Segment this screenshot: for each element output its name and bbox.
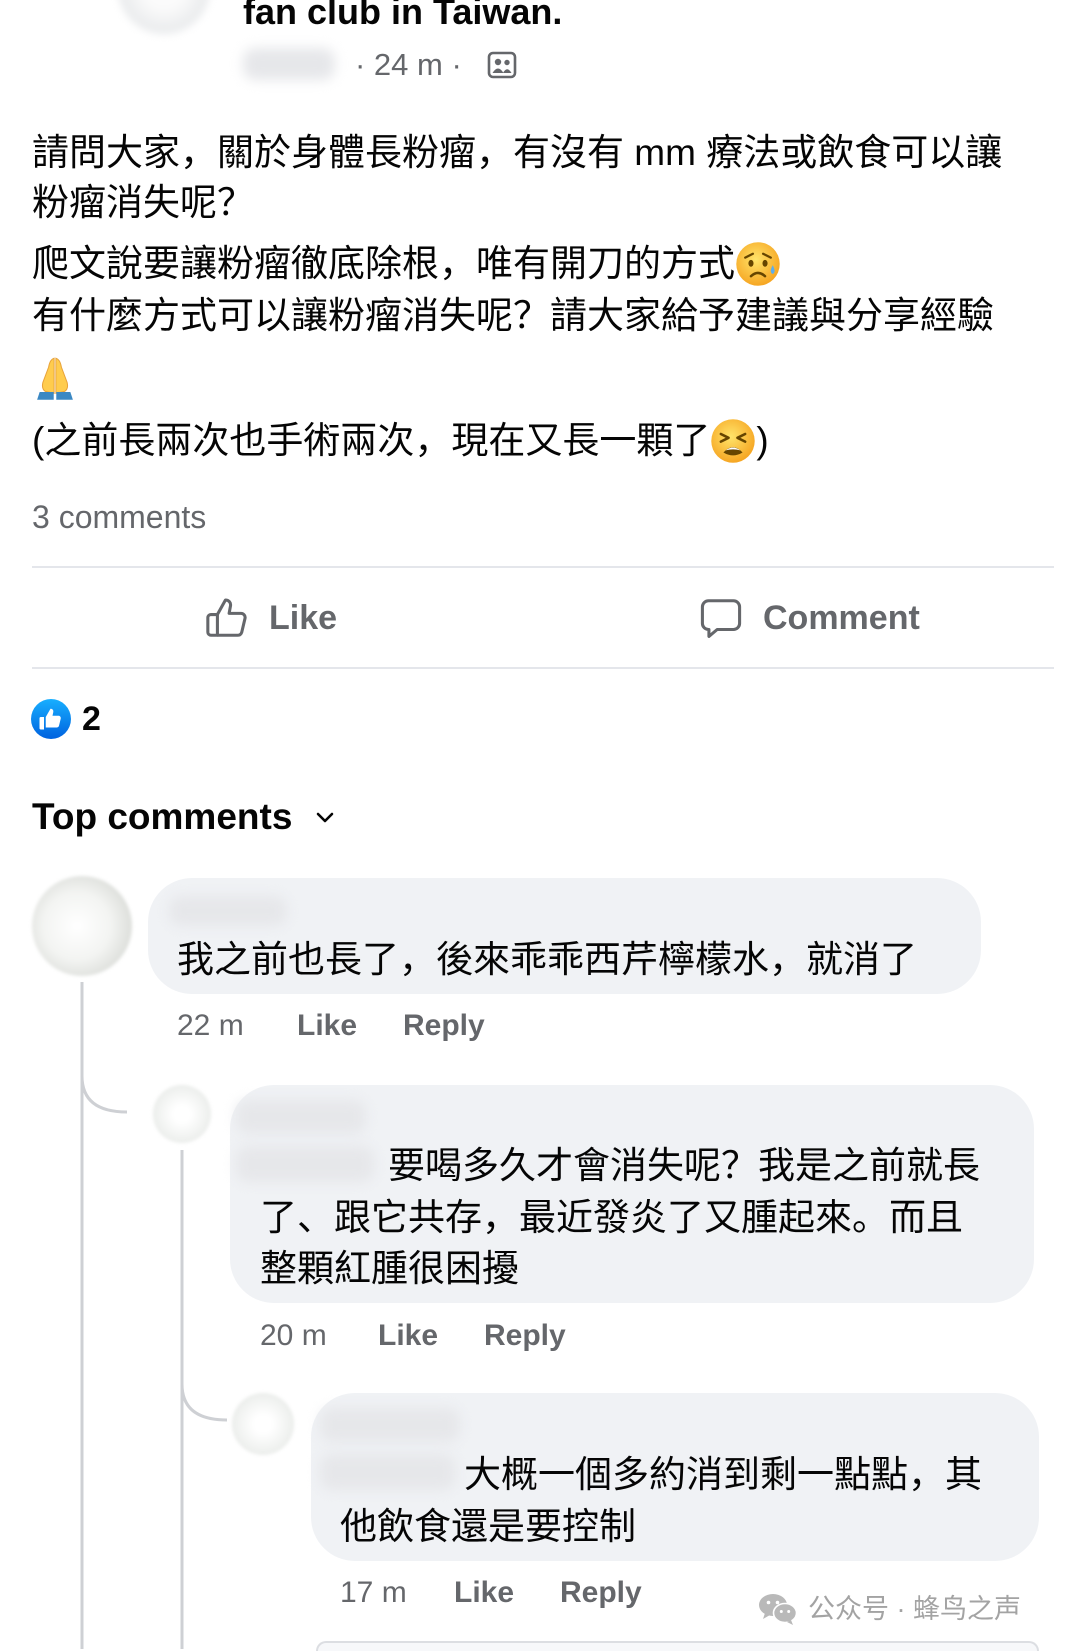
sad-but-relieved-face-emoji (735, 241, 781, 287)
folded-hands-emoji (32, 355, 78, 401)
reply-like-link[interactable]: Like (378, 1318, 438, 1354)
group-members-icon (487, 51, 517, 79)
thumbs-up-outline-icon (204, 595, 250, 641)
reply-timestamp[interactable]: 20 m (260, 1318, 327, 1354)
post-text: ) (756, 420, 769, 461)
reaction-count: 2 (82, 700, 101, 738)
post-text: 有什麼方式可以讓粉瘤消失呢？請大家給予建議與分享經驗 (32, 295, 994, 336)
post-text-line: (之前長兩次也手術兩次，現在又長一顆了 ) (32, 417, 769, 465)
comment-text: 我之前也長了，後來乖乖西芹檸檬水，就消了 (177, 939, 917, 980)
replier-avatar[interactable] (232, 1393, 294, 1455)
comment-count-link[interactable]: 3 comments (32, 499, 206, 535)
replier-avatar[interactable] (153, 1085, 211, 1143)
post-text: 粉瘤消失呢？ (32, 182, 254, 223)
like-label: Like (269, 599, 338, 637)
commenter-name-redacted[interactable] (169, 896, 287, 926)
wechat-icon (758, 1592, 798, 1626)
commenter-avatar[interactable] (32, 876, 132, 976)
comment-bubble-icon (698, 595, 744, 641)
comment-button[interactable]: Comment (698, 590, 920, 646)
replier-name-redacted (320, 1454, 455, 1490)
comment-reply-link[interactable]: Reply (403, 1008, 485, 1044)
reply-reply-link[interactable]: Reply (484, 1318, 566, 1354)
reply-reply-link[interactable]: Reply (560, 1575, 642, 1611)
reply-timestamp[interactable]: 17 m (340, 1575, 407, 1611)
divider (32, 566, 1054, 568)
reaction-summary[interactable]: 2 (31, 699, 101, 739)
reply-text: 了、跟它共存，最近發炎了又腫起來。而且 (260, 1197, 963, 1238)
reply-text: 要喝多久才會消失呢？我是之前就長 (388, 1145, 980, 1186)
tired-face-emoji (710, 418, 756, 464)
divider (32, 667, 1054, 669)
comment-timestamp[interactable]: 22 m (177, 1008, 244, 1044)
post-timestamp[interactable]: · 24 m · (355, 46, 462, 84)
post-text: (之前長兩次也手術兩次，現在又長一顆了 (32, 420, 711, 461)
comment-label: Comment (763, 599, 920, 637)
group-name-link[interactable]: fan club in Taiwan. (243, 0, 562, 32)
reply-text: 整顆紅腫很困擾 (260, 1248, 519, 1289)
reply-text: 他飲食還是要控制 (340, 1506, 636, 1547)
author-name-redacted (243, 48, 335, 80)
chevron-down-icon (314, 806, 336, 828)
watermark-text: 公众号 · 蜂鸟之声 (808, 1594, 1021, 1624)
top-comments-dropdown[interactable]: Top comments (32, 795, 336, 839)
post-text: 爬文說要讓粉瘤徹底除根，唯有開刀的方式 (32, 243, 735, 284)
group-avatar[interactable] (118, 0, 210, 34)
top-comments-label: Top comments (32, 796, 293, 837)
replier-name-redacted[interactable] (320, 1408, 460, 1442)
post-text-line (32, 354, 78, 402)
comment-like-link[interactable]: Like (297, 1008, 357, 1044)
reply-text: 大概一個多約消到剩一點點，其 (464, 1454, 982, 1495)
post-text-line: 有什麼方式可以讓粉瘤消失呢？請大家給予建議與分享經驗 (32, 292, 994, 340)
watermark: 公众号 · 蜂鸟之声 (758, 1592, 1021, 1626)
post-text-line: 請問大家，關於身體長粉瘤，有沒有 mm 療法或飲食可以讓 (32, 129, 1002, 177)
replier-name-redacted (236, 1146, 374, 1182)
next-reply-bubble (316, 1641, 1039, 1651)
post-text: 請問大家，關於身體長粉瘤，有沒有 mm 療法或飲食可以讓 (32, 132, 1003, 173)
like-button[interactable]: Like (204, 590, 337, 646)
post-text-line: 粉瘤消失呢？ (32, 179, 254, 227)
replier-name-redacted[interactable] (236, 1100, 366, 1134)
like-reaction-icon (31, 699, 71, 739)
post-text-line: 爬文說要讓粉瘤徹底除根，唯有開刀的方式 (32, 240, 781, 288)
reply-like-link[interactable]: Like (454, 1575, 514, 1611)
